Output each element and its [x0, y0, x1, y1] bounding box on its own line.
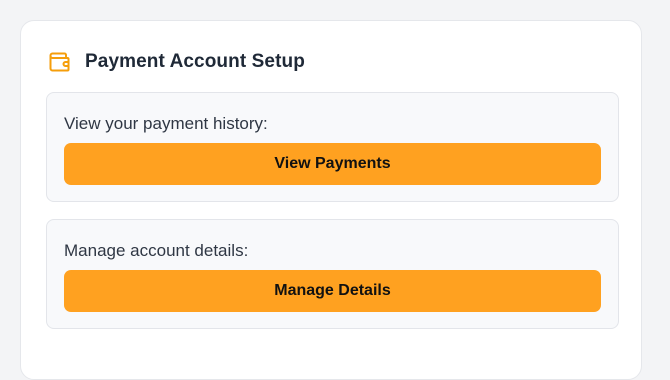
- wallet-icon: [48, 50, 72, 74]
- account-details-label: Manage account details:: [64, 241, 249, 260]
- view-payments-button[interactable]: View Payments: [64, 143, 601, 185]
- card-header: Payment Account Setup: [48, 49, 305, 75]
- payment-history-label: View your payment history:: [64, 114, 268, 133]
- payment-account-card: Payment Account Setup View your payment …: [20, 20, 642, 380]
- manage-details-button[interactable]: Manage Details: [64, 270, 601, 312]
- page-title: Payment Account Setup: [85, 51, 305, 72]
- payment-history-section: View your payment history: View Payments: [46, 92, 619, 202]
- account-details-section: Manage account details: Manage Details: [46, 219, 619, 329]
